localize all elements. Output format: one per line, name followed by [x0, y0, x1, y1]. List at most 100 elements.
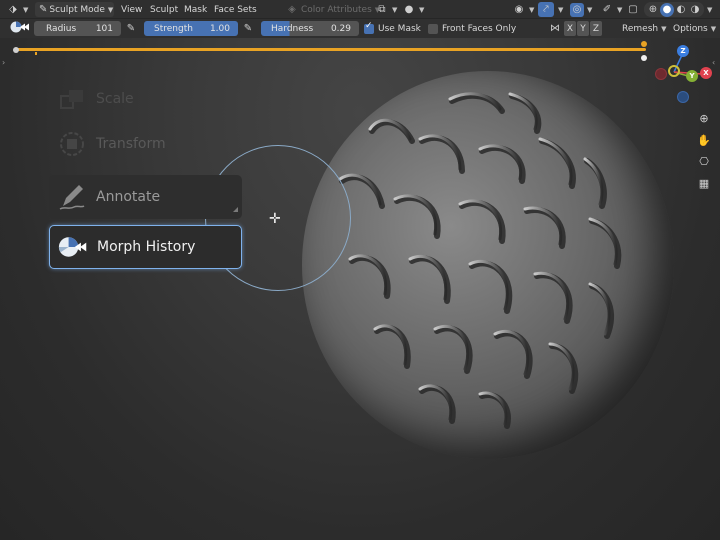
- chevron-down-icon: ▼: [710, 24, 717, 33]
- chevron-down-icon: ▼: [419, 5, 425, 14]
- annotate-pen-icon: [57, 182, 87, 212]
- timeline-end-handle[interactable]: [641, 55, 647, 61]
- chevron-down-icon: ▼: [661, 24, 667, 33]
- remesh-dropdown[interactable]: Remesh ▼: [617, 21, 666, 36]
- xray-toggle[interactable]: ▢: [626, 2, 640, 17]
- pan-hand-icon[interactable]: ✋: [697, 133, 711, 147]
- radius-label: Radius: [46, 23, 77, 34]
- hardness-field[interactable]: Hardness 0.29: [261, 21, 359, 36]
- gizmo-icon: ⤤: [543, 4, 549, 15]
- checkbox-checked-icon: [364, 21, 374, 34]
- menu-item-annotate[interactable]: Annotate: [49, 175, 242, 219]
- radius-pressure-toggle[interactable]: ✎: [124, 21, 138, 36]
- solid-shading-icon[interactable]: ●: [660, 2, 674, 17]
- morph-history-brush-icon: [10, 20, 30, 37]
- tool-settings-bar: Radius 101 ✎ Strength 1.00 ✎ Hardness 0.…: [0, 19, 720, 38]
- chevron-down-icon: ▼: [529, 5, 535, 14]
- strength-label: Strength: [154, 23, 193, 34]
- radius-field[interactable]: Radius 101: [34, 21, 121, 36]
- checkbox-unchecked-icon: [428, 23, 438, 34]
- crosshair-icon: ✛: [269, 211, 281, 227]
- eye-icon: ◉: [514, 4, 524, 15]
- menu-item-label: Transform: [96, 136, 166, 152]
- options-label: Options: [673, 23, 708, 34]
- toolbar-expand-arrow-icon[interactable]: ›: [2, 58, 5, 67]
- mode-selector[interactable]: ✎ Sculpt Mode ▼: [35, 2, 114, 17]
- editor-type-icon: ⬗: [9, 4, 17, 15]
- remesh-label: Remesh: [622, 23, 659, 34]
- gizmo-toggle[interactable]: ⤤: [538, 2, 554, 17]
- overlays-toggle[interactable]: ◎ ▼: [570, 2, 592, 17]
- mode-label: Sculpt Mode: [49, 4, 105, 15]
- axis-y-toggle[interactable]: Y: [577, 21, 589, 36]
- material-shading-icon[interactable]: ◐: [674, 3, 688, 17]
- menu-item-label: Annotate: [96, 189, 161, 205]
- chevron-down-icon: ▼: [107, 5, 114, 14]
- dot-icon: ●: [404, 4, 414, 15]
- hardness-value: 0.29: [330, 23, 351, 34]
- symmetry-dropdown[interactable]: ⧉ ▼: [375, 2, 397, 17]
- butterfly-symmetry-icon: ⋈: [550, 23, 560, 34]
- morph-history-icon: [58, 232, 88, 262]
- gizmo-dropdown[interactable]: ▼: [555, 2, 563, 17]
- axis-z-toggle[interactable]: Z: [590, 21, 602, 36]
- color-attribute-icon: ◈: [288, 4, 296, 15]
- radius-value: 101: [95, 23, 113, 34]
- visibility-dropdown[interactable]: ◉ ▼: [512, 2, 535, 17]
- gizmo-center[interactable]: [668, 65, 680, 77]
- gizmo-neg-z-axis[interactable]: [677, 91, 689, 103]
- menu-item-scale[interactable]: Scale: [49, 77, 242, 121]
- menu-item-transform[interactable]: Transform: [49, 122, 242, 166]
- rendered-shading-icon[interactable]: ◑: [688, 3, 702, 17]
- dyntopo-dropdown[interactable]: ● ▼: [402, 2, 425, 17]
- use-mask-checkbox[interactable]: Use Mask: [364, 21, 421, 36]
- symmetry-axes: ⋈ X Y Z: [548, 21, 602, 36]
- timeline-marker: [641, 41, 647, 47]
- perspective-grid-icon[interactable]: ▦: [697, 176, 711, 190]
- overlays-icon: ◎: [570, 2, 584, 17]
- sidebar-expand-arrow-icon[interactable]: ‹: [712, 58, 715, 67]
- resize-corner-icon: [233, 207, 238, 212]
- zoom-icon[interactable]: ⊕: [697, 111, 711, 125]
- sculpt-brush-icon: ✎: [39, 4, 48, 15]
- shading-dropdown[interactable]: ▼: [704, 2, 712, 17]
- xray-icon: ▢: [628, 4, 638, 15]
- hardness-label: Hardness: [271, 23, 314, 34]
- menu-item-morph-history[interactable]: Morph History: [49, 225, 242, 269]
- chevron-down-icon: ▼: [587, 5, 593, 14]
- menu-view[interactable]: View: [121, 2, 142, 17]
- history-timeline-slider[interactable]: [16, 48, 646, 51]
- options-dropdown[interactable]: Options ▼: [668, 21, 716, 36]
- strength-pressure-toggle[interactable]: ✎: [241, 21, 255, 36]
- gizmo-z-axis[interactable]: Z: [677, 45, 689, 57]
- color-attributes-label: Color Attributes: [301, 4, 372, 15]
- menu-item-label: Scale: [96, 91, 134, 107]
- menu-sculpt[interactable]: Sculpt: [150, 2, 178, 17]
- menu-item-label: Morph History: [97, 239, 196, 255]
- viewport-header: ⬗ ▼ ✎ Sculpt Mode ▼ View Sculpt Mask Face…: [0, 0, 720, 19]
- editor-type-menu[interactable]: ⬗ ▼: [6, 2, 28, 17]
- chevron-down-icon: ▼: [617, 5, 623, 14]
- camera-icon[interactable]: ⎔: [697, 154, 711, 168]
- shading-modes[interactable]: ⊕ ● ◐ ◑: [644, 2, 704, 17]
- pen-pressure-icon: ✎: [126, 23, 136, 34]
- front-faces-only-checkbox[interactable]: Front Faces Only: [428, 21, 516, 36]
- axis-x-toggle[interactable]: X: [564, 21, 576, 36]
- menu-mask[interactable]: Mask: [184, 2, 207, 17]
- brush-selector[interactable]: [10, 21, 30, 36]
- xray-dropdown[interactable]: ✐ ▼: [600, 2, 623, 17]
- use-mask-label: Use Mask: [378, 23, 421, 34]
- gizmo-x-axis[interactable]: X: [700, 67, 712, 79]
- strength-field[interactable]: Strength 1.00: [144, 21, 238, 36]
- transform-icon: [57, 129, 87, 159]
- pen-pressure-icon: ✎: [243, 23, 253, 34]
- gizmo-neg-x-axis[interactable]: [655, 68, 667, 80]
- menu-face-sets[interactable]: Face Sets: [214, 2, 257, 17]
- chevron-down-icon: ▼: [558, 5, 564, 14]
- color-attributes-dropdown[interactable]: ◈ Color Attributes ▼: [285, 2, 380, 17]
- gizmo-y-axis[interactable]: Y: [686, 70, 698, 82]
- sculpt-mesh-sphere[interactable]: [302, 71, 674, 459]
- timeline-tick: [35, 52, 37, 55]
- timeline-start-handle[interactable]: [13, 47, 19, 53]
- wireframe-shading-icon[interactable]: ⊕: [646, 3, 660, 17]
